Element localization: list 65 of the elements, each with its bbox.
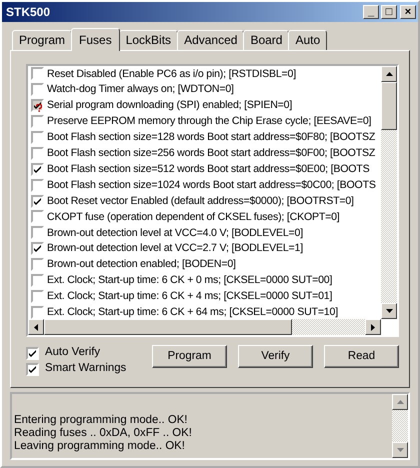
checkbox[interactable] [31, 115, 44, 128]
maximize-button[interactable]: □ [381, 5, 397, 19]
fuse-label: Brown-out detection enabled; [BODEN=0] [47, 258, 236, 271]
checkbox[interactable] [31, 290, 44, 303]
fuse-label: Boot Flash section size=1024 words Boot start address=$0C00; [BOOTS [47, 178, 376, 192]
check-icon [34, 166, 41, 173]
checkbox[interactable] [31, 194, 44, 208]
check-icon [34, 102, 41, 110]
checkbox[interactable] [31, 162, 44, 176]
scrollbar-thumb[interactable] [381, 82, 397, 130]
option-label: Smart Warnings [45, 362, 126, 376]
log-line: Entering programming mode.. OK! [14, 414, 188, 427]
checkbox[interactable] [31, 146, 44, 160]
horizontal-scrollbar[interactable] [28, 319, 381, 335]
check-icon [29, 350, 36, 356]
check-icon [34, 198, 41, 205]
fuse-label: Brown-out detection level at VCC=4.0 V; [BODLEVEL=0] [47, 226, 303, 240]
fuse-label: Boot Flash section size=128 words Boot start address=$0F80; [BOOTSZ [47, 131, 376, 144]
action-button[interactable]: Read [324, 345, 399, 368]
fuse-label: Ext. Clock; Start-up time: 6 CK + 4 ms; [CKSEL=0000 SUT=01] [47, 290, 332, 303]
right-arrow-icon[interactable] [371, 324, 375, 330]
close-button[interactable]: × [400, 5, 416, 19]
check-icon [29, 366, 36, 372]
fuse-label: Ext. Clock; Start-up time: 6 CK + 64 ms; [CKSEL=0000 SUT=10] [47, 306, 338, 319]
vertical-scrollbar[interactable] [381, 66, 397, 319]
fuse-label: Watch-dog Timer always on; [WDTON=0] [47, 83, 234, 96]
tab[interactable]: Fuses [71, 28, 120, 51]
fuse-label: Brown-out detection level at VCC=2.7 V; [BODLEVEL=1] [47, 242, 303, 256]
window-title: STK500 [6, 4, 52, 20]
log-line: Leaving programming mode.. OK! [14, 440, 186, 453]
fuse-label: Preserve EEPROM memory through the Chip Erase cycle; [EESAVE=0] [47, 115, 372, 128]
checkbox[interactable] [31, 83, 44, 96]
fuse-label: Boot Flash section size=256 words Boot start address=$0F00; [BOOTSZ [47, 147, 376, 160]
checkbox[interactable] [31, 67, 44, 80]
fuse-label: Reset Disabled (Enable PC6 as i/o pin); [RSTDISBL=0] [47, 68, 296, 80]
checkbox[interactable] [31, 242, 44, 256]
checkbox[interactable] [31, 210, 44, 224]
scrollbar-thumb[interactable] [44, 319, 292, 335]
action-button[interactable]: Verify [238, 345, 313, 368]
checkbox[interactable] [31, 226, 44, 240]
log-line: Reading fuses .. 0xDA, 0xFF .. OK! [14, 427, 193, 440]
checkbox[interactable] [31, 306, 44, 319]
left-arrow-icon[interactable] [34, 324, 38, 330]
fuse-label: Boot Reset vector Enabled (default address=$0000); [BOOTRST=0] [47, 194, 354, 208]
check-icon [34, 245, 41, 252]
fuse-label: Boot Flash section size=512 words Boot start address=$0E00; [BOOTS [47, 162, 370, 176]
checkbox[interactable] [31, 274, 44, 288]
tab[interactable]: Advanced [177, 30, 244, 50]
down-arrow-icon[interactable] [386, 309, 392, 313]
tab[interactable]: Board [243, 30, 290, 50]
option-label: Auto Verify [45, 346, 100, 360]
up-arrow-icon[interactable] [386, 72, 392, 76]
checkbox[interactable] [26, 362, 39, 376]
fuse-label: Serial program downloading (SPI) enabled; [SPIEN=0] [47, 99, 292, 112]
tab[interactable]: Program [12, 30, 72, 50]
action-button[interactable]: Program [152, 345, 227, 368]
minimize-button[interactable]: _ [363, 5, 379, 19]
checkbox[interactable] [31, 258, 44, 272]
tab[interactable]: Auto [288, 30, 328, 50]
checkbox[interactable] [31, 178, 44, 192]
checkbox[interactable] [31, 131, 44, 144]
checkbox[interactable] [31, 99, 44, 112]
checkbox[interactable] [26, 346, 39, 360]
fuse-label: Ext. Clock; Start-up time: 6 CK + 0 ms; [CKSEL=0000 SUT=00] [47, 274, 332, 287]
fuse-label: CKOPT fuse (operation dependent of CKSEL fuses); [CKOPT=0] [47, 210, 340, 224]
